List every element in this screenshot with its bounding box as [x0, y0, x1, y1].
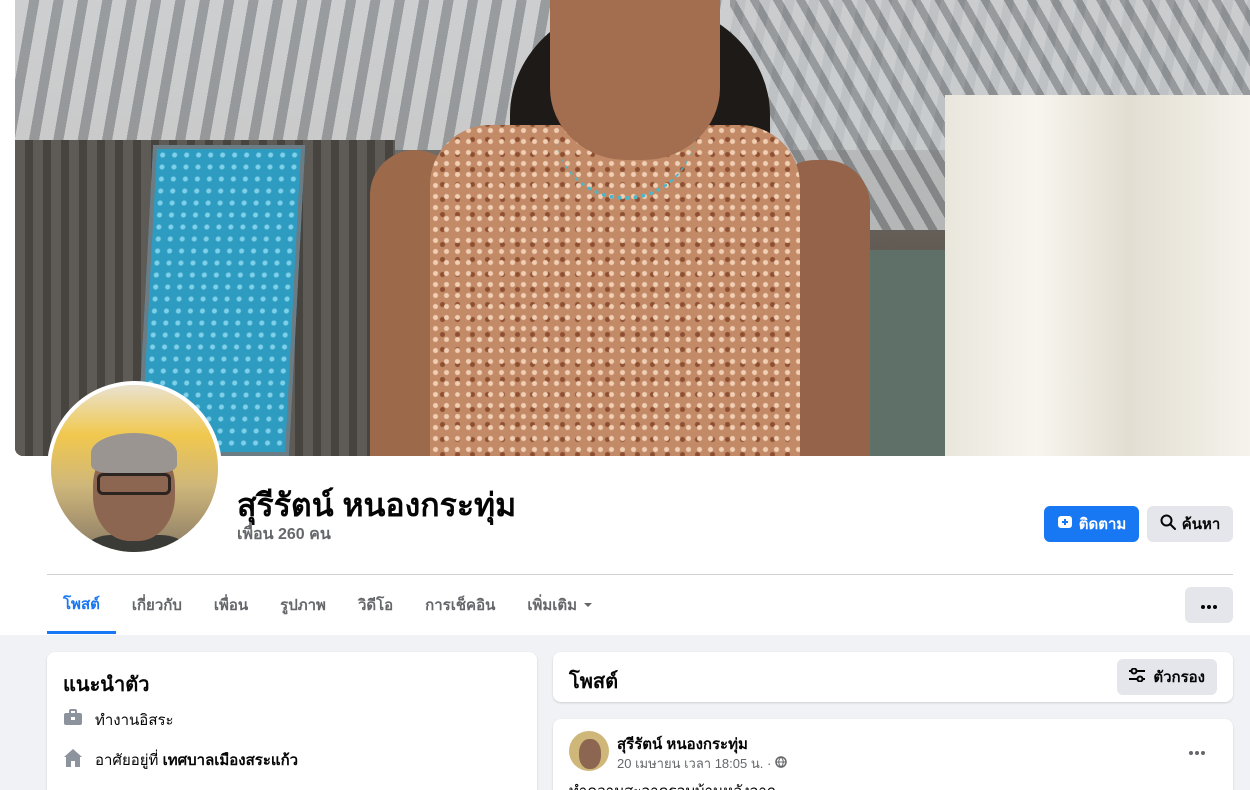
briefcase-icon: [63, 708, 83, 732]
post-options-button[interactable]: [1183, 737, 1211, 765]
follow-icon: [1057, 514, 1073, 534]
follow-button[interactable]: ติดตาม: [1044, 506, 1139, 542]
intro-work: ทำงานอิสระ: [63, 708, 174, 732]
profile-avatar[interactable]: [47, 381, 222, 556]
more-horizontal-icon: [1201, 596, 1217, 614]
more-options-button[interactable]: [1185, 587, 1233, 623]
search-button[interactable]: ค้นหา: [1147, 506, 1233, 542]
tab-checkins[interactable]: การเช็คอิน: [409, 576, 511, 634]
post-card: สุรีรัตน์ หนองกระทุ่ม 20 เมษายน เวลา 18:…: [553, 719, 1233, 790]
header-divider: [47, 574, 1233, 575]
more-horizontal-icon: [1189, 742, 1205, 760]
profile-header: สุรีรัตน์ หนองกระทุ่ม เพื่อน 260 คน ติดต…: [0, 0, 1250, 635]
tab-photos[interactable]: รูปภาพ: [264, 576, 342, 634]
intro-card: แนะนำตัว ทำงานอิสระ อาศัยอยู่ที่ เทศบาลเ…: [47, 652, 537, 790]
intro-title: แนะนำตัว: [63, 674, 150, 696]
home-icon: [63, 748, 83, 772]
friends-count[interactable]: เพื่อน 260 คน: [237, 522, 331, 547]
tab-friends[interactable]: เพื่อน: [198, 576, 264, 634]
filter-button[interactable]: ตัวกรอง: [1117, 659, 1217, 695]
search-label: ค้นหา: [1181, 516, 1221, 533]
posts-header-card: โพสต์ ตัวกรอง: [553, 652, 1233, 702]
post-author-avatar[interactable]: [569, 731, 609, 771]
intro-lives-place[interactable]: เทศบาลเมืองสระแก้ว: [163, 752, 298, 769]
post-timestamp[interactable]: 20 เมษายน เวลา 18:05 น. ·: [617, 753, 771, 774]
search-icon: [1160, 514, 1176, 534]
post-text: ทำความสะอาดรอบบ้านหลังจาก: [569, 779, 776, 790]
follow-label: ติดตาม: [1078, 516, 1127, 533]
intro-lives: อาศัยอยู่ที่ เทศบาลเมืองสระแก้ว: [63, 748, 298, 772]
post-meta: 20 เมษายน เวลา 18:05 น. ·: [617, 753, 788, 774]
tab-posts[interactable]: โพสต์: [47, 576, 116, 634]
globe-icon: [775, 756, 788, 771]
filter-icon: [1129, 667, 1146, 686]
tab-more[interactable]: เพิ่มเติม: [511, 576, 609, 634]
profile-tabs: โพสต์ เกี่ยวกับ เพื่อน รูปภาพ วิดีโอ การ…: [47, 576, 609, 634]
posts-title: โพสต์: [569, 671, 619, 693]
tab-about[interactable]: เกี่ยวกับ: [116, 576, 198, 634]
tab-videos[interactable]: วิดีโอ: [342, 576, 409, 634]
caret-down-icon: [583, 597, 593, 614]
